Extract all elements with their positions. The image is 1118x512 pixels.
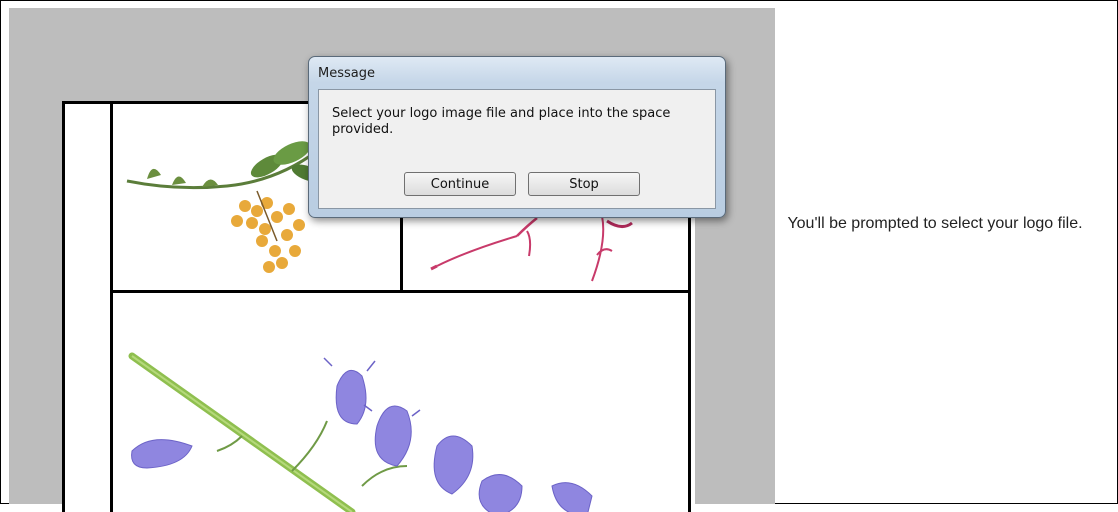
stop-button[interactable]: Stop <box>528 172 640 196</box>
bluebell-flower-icon <box>128 352 593 512</box>
column-divider <box>110 101 113 512</box>
dialog-title: Message <box>318 66 375 81</box>
row-divider <box>110 290 691 293</box>
border-left <box>62 101 65 512</box>
message-dialog: Message Select your logo image file and … <box>308 56 726 218</box>
dialog-message: Select your logo image file and place in… <box>332 106 671 137</box>
dialog-body: Select your logo image file and place in… <box>318 89 716 209</box>
pink-flower-icon <box>430 215 633 282</box>
continue-button[interactable]: Continue <box>404 172 516 196</box>
instruction-caption: You'll be prompted to select your logo f… <box>787 215 1083 232</box>
